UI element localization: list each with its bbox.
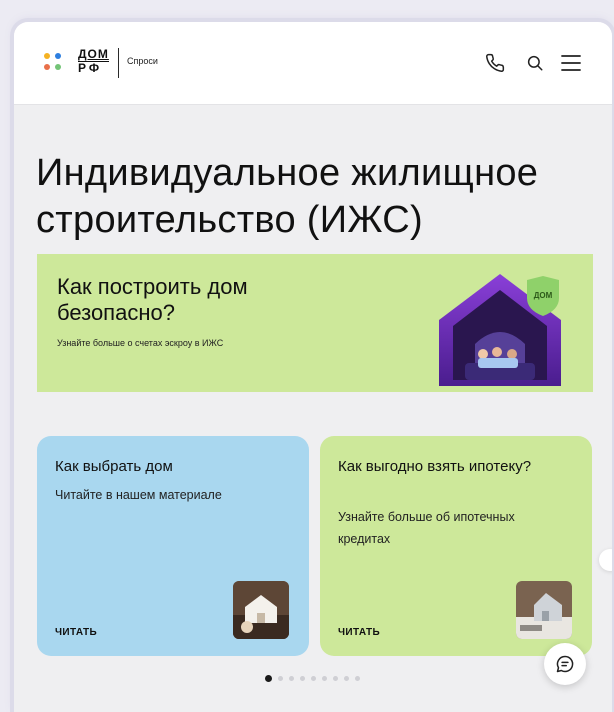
banner-subtitle: Узнайте больше о счетах эскроу в ИЖС [57,338,224,348]
brand-logo[interactable]: ДОМ РФ [78,48,109,75]
carousel-pagination [265,675,360,682]
carousel-next[interactable] [599,549,612,571]
banner-title: Как построить дом безопасно? [57,274,248,325]
card-title: Как выгодно взять ипотеку? [338,458,532,475]
read-link[interactable]: ЧИТАТЬ [55,627,97,638]
house-model-icon [516,581,572,639]
page-title: Индивидуальное жилищное строительство (И… [36,152,539,241]
escrow-banner[interactable]: Как построить дом безопасно? Узнайте бол… [37,254,593,392]
card-text: Читайте в нашем материале [55,488,222,502]
phone-icon [486,53,505,72]
brand-logo-line1: ДОМ [78,47,109,61]
read-link[interactable]: ЧИТАТЬ [338,627,380,638]
house-illustration: ДОМ [439,274,561,386]
brand-subtitle: Спроси [127,56,158,66]
chat-icon [556,655,574,673]
brand-dot [44,64,50,70]
page-dot[interactable] [278,676,283,681]
page-dot[interactable] [344,676,349,681]
page-dot[interactable] [322,676,327,681]
app-frame: ДОМ РФ Спроси Индивидуальное жилищное ст… [14,22,612,712]
menu-icon [561,55,581,71]
page-dot[interactable] [333,676,338,681]
brand-logo-line2: РФ [78,61,109,75]
card-text: Узнайте больше об ипотечных кредитах [338,510,515,546]
brand-dot [55,64,61,70]
card-choose-house[interactable]: Как выбрать дом Читайте в нашем материал… [37,436,309,656]
card-title: Как выбрать дом [55,458,173,475]
page-dot[interactable] [355,676,360,681]
svg-text:ДОМ: ДОМ [534,291,553,300]
search-icon [527,55,543,71]
brand-dot [55,53,61,59]
page-dot[interactable] [289,676,294,681]
page-dot[interactable] [265,675,272,682]
phone-button[interactable] [480,48,510,78]
chat-button[interactable] [544,643,586,685]
brand-divider [118,48,119,78]
menu-button[interactable] [556,48,586,78]
brand-dots [44,53,70,75]
page-dot[interactable] [300,676,305,681]
header: ДОМ РФ Спроси [14,22,612,105]
page-dot[interactable] [311,676,316,681]
brand-dot [44,53,50,59]
search-button[interactable] [520,48,550,78]
card-mortgage[interactable]: Как выгодно взять ипотеку? Узнайте больш… [320,436,592,656]
house-thumbnail [233,581,289,639]
mortgage-thumbnail [516,581,572,639]
house-key-icon [233,581,289,639]
